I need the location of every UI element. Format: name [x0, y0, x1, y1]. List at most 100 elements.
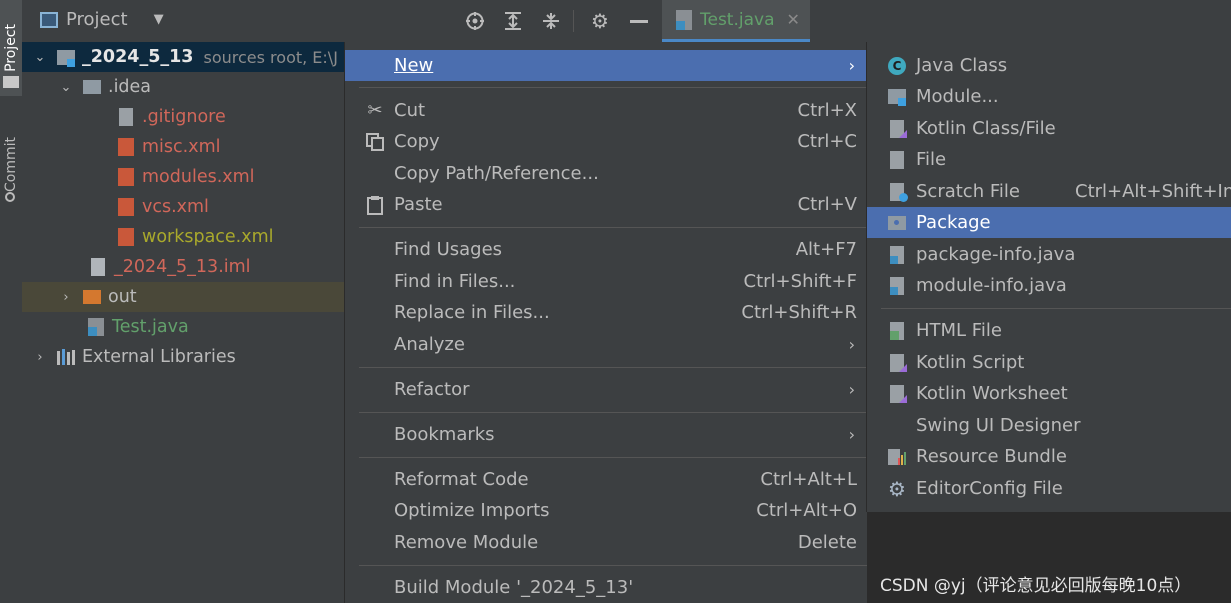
tree-item-iml[interactable]: _2024_5_13.iml: [22, 252, 344, 282]
tree-item-misc[interactable]: misc.xml: [22, 132, 344, 162]
collapse-all-icon[interactable]: [540, 10, 562, 32]
xml-file-icon: [116, 196, 136, 218]
submenu-item-editorconfig[interactable]: ⚙ EditorConfig File: [867, 473, 1231, 504]
tree-item-idea[interactable]: ⌄ .idea: [22, 72, 344, 102]
submenu-item-label: package-info.java: [916, 244, 1076, 265]
menu-item-refactor[interactable]: Refactor ›: [345, 374, 867, 405]
package-icon: [885, 211, 909, 235]
project-tool-tab-label: Project: [3, 24, 19, 72]
submenu-item-resource-bundle[interactable]: Resource Bundle: [867, 441, 1231, 472]
menu-item-label: New: [394, 55, 434, 76]
expand-all-icon[interactable]: [502, 10, 524, 32]
menu-item-reformat-code[interactable]: Reformat Code Ctrl+Alt+L: [345, 464, 867, 495]
menu-item-remove-module[interactable]: Remove Module Delete: [345, 527, 867, 558]
menu-separator: [359, 457, 867, 458]
menu-item-copy[interactable]: Copy Ctrl+C: [345, 126, 867, 157]
tree-item-workspace[interactable]: workspace.xml: [22, 222, 344, 252]
menu-item-label: Optimize Imports: [394, 500, 550, 521]
menu-item-shortcut: Ctrl+C: [797, 131, 857, 152]
submenu-item-label: module-info.java: [916, 275, 1067, 296]
tree-item-label: _2024_5_13.iml: [114, 257, 251, 277]
folder-icon: [3, 76, 19, 88]
menu-separator: [359, 367, 867, 368]
java-file-icon: [676, 9, 692, 30]
chevron-down-icon: ▼: [153, 12, 164, 27]
java-file-icon: [86, 316, 106, 338]
submenu-item-package[interactable]: Package: [867, 207, 1231, 238]
editor-tab-test-java[interactable]: Test.java ✕: [662, 0, 810, 42]
menu-item-paste[interactable]: Paste Ctrl+V: [345, 189, 867, 220]
kotlin-file-icon: [885, 117, 909, 141]
menu-item-optimize-imports[interactable]: Optimize Imports Ctrl+Alt+O: [345, 495, 867, 526]
project-view-selector[interactable]: Project ▼: [40, 9, 164, 30]
chevron-down-icon: ⌄: [34, 49, 46, 65]
scissors-icon: ✂: [367, 100, 383, 121]
folder-icon: [82, 76, 102, 98]
submenu-item-html-file[interactable]: HTML File: [867, 315, 1231, 346]
tree-item-gitignore[interactable]: .gitignore: [22, 102, 344, 132]
tree-item-label: vcs.xml: [142, 197, 209, 217]
menu-item-find-usages[interactable]: Find Usages Alt+F7: [345, 234, 867, 265]
submenu-item-kotlin-class[interactable]: Kotlin Class/File: [867, 113, 1231, 144]
tree-item-test-java[interactable]: Test.java: [22, 312, 344, 342]
submenu-item-kotlin-worksheet[interactable]: Kotlin Worksheet: [867, 378, 1231, 409]
submenu-item-label: Module...: [916, 86, 999, 107]
menu-item-label: Find Usages: [394, 239, 503, 260]
tree-item-root[interactable]: ⌄ _2024_5_13 sources root, E:\J: [22, 42, 344, 72]
gear-icon[interactable]: ⚙: [589, 9, 611, 33]
tree-item-out[interactable]: › out: [22, 282, 344, 312]
submenu-item-module[interactable]: Module...: [867, 81, 1231, 112]
menu-item-build-module[interactable]: Build Module '_2024_5_13': [345, 572, 867, 603]
locate-icon[interactable]: [464, 10, 486, 32]
submenu-item-scratch-file[interactable]: Scratch File Ctrl+Alt+Shift+Ins: [867, 176, 1231, 207]
project-view-title: Project: [66, 9, 128, 30]
submenu-item-label: Package: [916, 212, 991, 233]
menu-item-label: Refactor: [394, 379, 470, 400]
close-icon[interactable]: ✕: [787, 10, 800, 29]
tree-item-label: workspace.xml: [142, 227, 274, 247]
kotlin-worksheet-icon: [885, 382, 909, 406]
submenu-item-label: File: [916, 149, 947, 170]
submenu-item-label: Kotlin Class/File: [916, 118, 1056, 139]
minimize-icon[interactable]: [628, 10, 650, 32]
submenu-item-label: Swing UI Designer: [916, 415, 1081, 436]
submenu-item-label: EditorConfig File: [916, 478, 1063, 499]
menu-item-analyze[interactable]: Analyze ›: [345, 329, 867, 360]
tree-item-modules[interactable]: modules.xml: [22, 162, 344, 192]
tree-item-label: _2024_5_13: [82, 47, 194, 67]
submenu-item-label: Java Class: [916, 55, 1008, 76]
tree-item-hint: sources root, E:\J: [203, 47, 338, 67]
submenu-item-kotlin-script[interactable]: Kotlin Script: [867, 347, 1231, 378]
gear-icon: ⚙: [888, 476, 906, 501]
tree-item-vcs[interactable]: vcs.xml: [22, 192, 344, 222]
copy-icon: [363, 132, 387, 151]
submenu-item-file[interactable]: File: [867, 144, 1231, 175]
java-file-icon: [885, 243, 909, 267]
tool-window-strip: Project Commit: [0, 0, 23, 603]
module-icon: [885, 85, 909, 109]
menu-item-label: Remove Module: [394, 532, 539, 553]
menu-item-cut[interactable]: ✂ Cut Ctrl+X: [345, 95, 867, 126]
tree-item-label: Test.java: [112, 317, 189, 337]
project-toolbar: Project ▼ ⚙ Test.java ✕: [22, 0, 1231, 43]
menu-separator: [359, 227, 867, 228]
menu-item-shortcut: Ctrl+Shift+F: [743, 271, 857, 292]
menu-item-bookmarks[interactable]: Bookmarks ›: [345, 419, 867, 450]
menu-item-label: Build Module '_2024_5_13': [394, 577, 634, 598]
chevron-down-icon: ⌄: [60, 79, 72, 95]
submenu-item-module-info[interactable]: module-info.java: [867, 270, 1231, 301]
tree-item-label: .idea: [108, 77, 152, 97]
menu-item-find-in-files[interactable]: Find in Files... Ctrl+Shift+F: [345, 266, 867, 297]
submenu-item-label: HTML File: [916, 320, 1002, 341]
menu-item-replace-in-files[interactable]: Replace in Files... Ctrl+Shift+R: [345, 297, 867, 328]
menu-item-shortcut: Alt+F7: [795, 239, 857, 260]
menu-item-copy-path[interactable]: Copy Path/Reference...: [345, 158, 867, 189]
tree-item-external-libraries[interactable]: › External Libraries: [22, 342, 344, 372]
submenu-item-java-class[interactable]: C Java Class: [867, 50, 1231, 81]
menu-item-new[interactable]: New ›: [345, 50, 867, 81]
submenu-item-swing-designer[interactable]: Swing UI Designer: [867, 410, 1231, 441]
project-window-icon: [40, 11, 58, 28]
excluded-folder-icon: [82, 286, 102, 308]
submenu-item-package-info[interactable]: package-info.java: [867, 239, 1231, 270]
menu-separator: [359, 87, 867, 88]
